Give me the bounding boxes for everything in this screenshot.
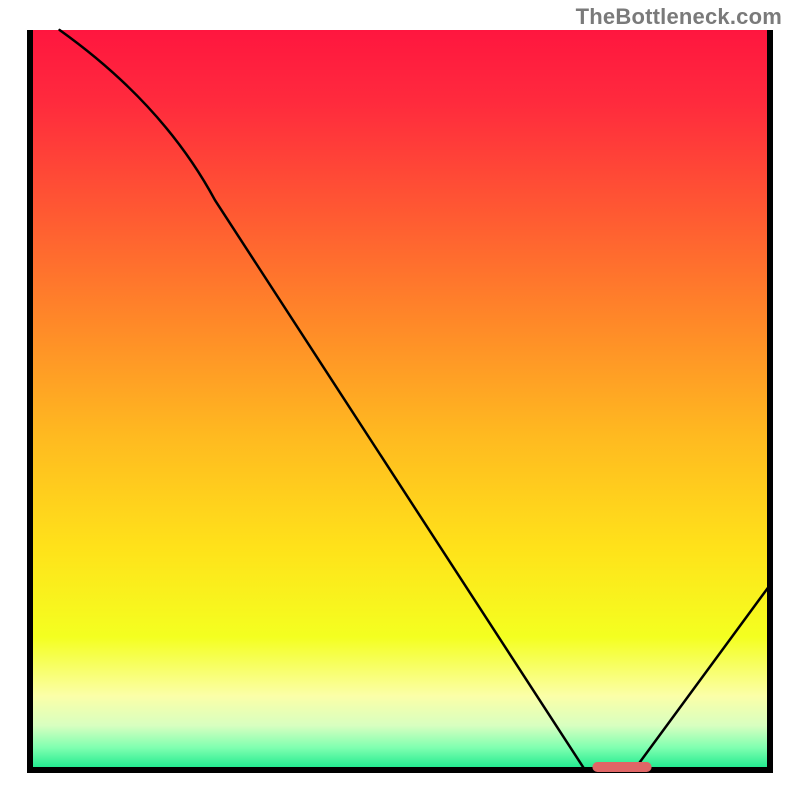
chart-container: { "watermark": "TheBottleneck.com", "cha…	[0, 0, 800, 800]
gradient-background	[30, 30, 770, 770]
bottleneck-chart	[0, 0, 800, 800]
optimal-range-marker	[592, 762, 651, 772]
watermark-text: TheBottleneck.com	[576, 4, 782, 30]
